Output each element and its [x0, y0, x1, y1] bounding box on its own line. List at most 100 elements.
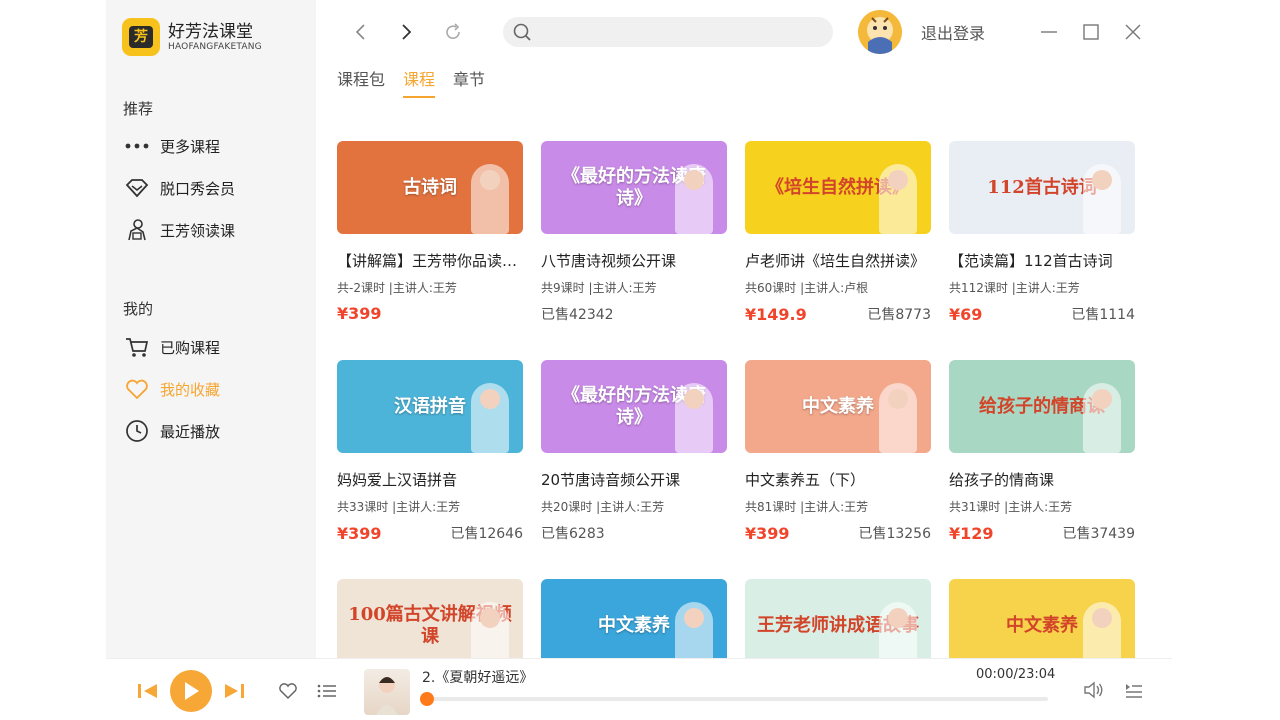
sidebar-item-label: 最近播放 — [160, 422, 221, 441]
tiger-avatar-icon — [858, 10, 902, 54]
course-sold-count: 已售12646 — [450, 526, 523, 542]
top-bar: 退出登录 — [316, 0, 1172, 64]
course-thumbnail[interactable]: 《培生自然拼读》 — [745, 141, 931, 234]
course-price: ¥399 — [745, 523, 790, 543]
forward-button[interactable] — [394, 20, 418, 44]
next-track-button[interactable] — [222, 679, 246, 703]
maximize-icon — [1083, 24, 1099, 40]
course-thumbnail[interactable]: 中文素养 — [541, 579, 727, 658]
course-card[interactable]: 《培生自然拼读》 卢老师讲《培生自然拼读》 共60课时 |主讲人:卢根 ¥149.9 已… — [745, 141, 931, 324]
queue-icon — [1126, 684, 1142, 698]
sidebar-item-label: 已购课程 — [160, 338, 221, 357]
progress-knob[interactable] — [420, 692, 434, 706]
favorite-track-button[interactable] — [277, 680, 299, 702]
course-card[interactable]: 王芳老师讲成语故事 — [745, 579, 931, 658]
course-card[interactable]: 古诗词【讲解篇】王芳带你品读… 共-2课时 |主讲人:王芳 ¥399 — [337, 141, 523, 323]
previous-track-button[interactable] — [136, 679, 160, 703]
course-grid: 古诗词【讲解篇】王芳带你品读… 共-2课时 |主讲人:王芳 ¥399 《最好的方法读唐… — [337, 141, 1137, 658]
presenter-figure — [1083, 602, 1121, 658]
sidebar-item-favorites[interactable]: 我的收藏 — [123, 377, 220, 401]
progress-bar[interactable] — [420, 692, 1048, 706]
maximize-button[interactable] — [1079, 20, 1103, 44]
course-meta: 共60课时 |主讲人:卢根 — [745, 281, 869, 295]
play-icon — [185, 682, 199, 700]
course-thumbnail[interactable]: 100篇古文讲解视频课 — [337, 579, 523, 658]
course-price: ¥399 — [337, 304, 382, 323]
chevron-right-icon — [402, 24, 412, 40]
tab-course-packages[interactable]: 课程包 — [337, 66, 385, 98]
cart-icon — [123, 335, 151, 359]
sidebar-item-purchased[interactable]: 已购课程 — [123, 335, 220, 359]
tab-chapters[interactable]: 章节 — [453, 66, 485, 98]
course-card[interactable]: 中文素养 — [949, 579, 1135, 658]
course-card[interactable]: 《最好的方法读唐诗》 20节唐诗音频公开课 共20课时 |主讲人:王芳 已售6283 — [541, 360, 727, 543]
tab-courses[interactable]: 课程 — [403, 66, 436, 98]
course-sold-count: 已售6283 — [541, 526, 605, 542]
clock-icon — [123, 419, 151, 443]
skip-previous-icon — [138, 684, 157, 698]
track-time: 00:00/23:04 — [976, 667, 1056, 682]
course-thumbnail[interactable]: 古诗词 — [337, 141, 523, 234]
section-mine: 我的 — [123, 300, 154, 318]
course-thumbnail[interactable]: 给孩子的情商课 — [949, 360, 1135, 453]
logout-button[interactable]: 退出登录 — [921, 20, 985, 44]
course-title[interactable]: 卢老师讲《培生自然拼读》 — [745, 250, 931, 271]
back-button[interactable] — [349, 20, 373, 44]
minimize-button[interactable] — [1037, 20, 1061, 44]
play-button[interactable] — [170, 670, 212, 712]
course-card[interactable]: 100篇古文讲解视频课 — [337, 579, 523, 658]
course-meta: 共-2课时 |主讲人:王芳 — [337, 281, 457, 295]
refresh-button[interactable] — [441, 20, 465, 44]
close-button[interactable] — [1121, 20, 1145, 44]
course-title[interactable]: 【讲解篇】王芳带你品读… — [337, 250, 523, 271]
course-title[interactable]: 妈妈爱上汉语拼音 — [337, 469, 523, 490]
course-title[interactable]: 八节唐诗视频公开课 — [541, 250, 727, 271]
course-sold-count: 已售42342 — [541, 307, 614, 323]
volume-button[interactable] — [1082, 678, 1106, 702]
course-thumbnail[interactable]: 王芳老师讲成语故事 — [745, 579, 931, 658]
course-thumbnail-text: 中文素养 — [1006, 614, 1078, 636]
course-card[interactable]: 汉语拼音 妈妈爱上汉语拼音 共33课时 |主讲人:王芳 ¥399 已售12646 — [337, 360, 523, 543]
course-card[interactable]: 112首古诗词 【范读篇】112首古诗词 共112课时 |主讲人:王芳 ¥69 已售11… — [949, 141, 1135, 324]
course-price: ¥399 — [337, 523, 382, 543]
course-card[interactable]: 中文素养 中文素养五（下） 共81课时 |主讲人:王芳 ¥399 已售13256 — [745, 360, 931, 543]
presenter-figure — [879, 602, 917, 658]
logo-mark: 芳 — [122, 18, 160, 56]
sidebar-item-label: 我的收藏 — [160, 380, 221, 399]
avatar[interactable] — [858, 10, 902, 54]
heart-icon — [123, 377, 151, 401]
course-card[interactable]: 给孩子的情商课 给孩子的情商课 共31课时 |主讲人:王芳 ¥129 已售37439 — [949, 360, 1135, 543]
course-footer: ¥399 — [337, 304, 523, 323]
sidebar-item-wangfang-reading[interactable]: 王芳领读课 — [123, 218, 235, 242]
search-input[interactable] — [539, 24, 819, 40]
course-title[interactable]: 给孩子的情商课 — [949, 469, 1135, 490]
course-thumbnail[interactable]: 中文素养 — [949, 579, 1135, 658]
presenter-figure — [879, 383, 917, 453]
course-thumbnail-text: 汉语拼音 — [394, 395, 466, 417]
course-thumbnail[interactable]: 汉语拼音 — [337, 360, 523, 453]
course-thumbnail[interactable]: 112首古诗词 — [949, 141, 1135, 234]
course-thumbnail[interactable]: 中文素养 — [745, 360, 931, 453]
playlist-queue-button[interactable] — [1122, 679, 1146, 703]
playlist-button[interactable] — [316, 680, 338, 702]
logo-mark-glyph: 芳 — [129, 26, 153, 48]
reading-person-icon — [123, 218, 151, 242]
sidebar-item-recent[interactable]: 最近播放 — [123, 419, 220, 443]
sidebar-item-talkshow-member[interactable]: 脱口秀会员 — [123, 176, 235, 200]
app-title: 好芳法课堂 — [168, 22, 253, 42]
course-meta: 共81课时 |主讲人:王芳 — [745, 500, 869, 514]
search-box[interactable] — [503, 17, 833, 47]
course-card[interactable]: 《最好的方法读唐诗》八节唐诗视频公开课共9课时 |主讲人:王芳 已售42342 — [541, 141, 727, 324]
presenter-figure — [675, 164, 713, 234]
course-thumbnail[interactable]: 《最好的方法读唐诗》 — [541, 360, 727, 453]
course-price: ¥129 — [949, 523, 994, 543]
course-footer: ¥69 已售1114 — [949, 304, 1135, 324]
minimize-icon — [1041, 31, 1057, 33]
course-title[interactable]: 20节唐诗音频公开课 — [541, 469, 727, 490]
course-meta: 共9课时 |主讲人:王芳 — [541, 281, 657, 295]
course-title[interactable]: 【范读篇】112首古诗词 — [949, 250, 1135, 271]
course-card[interactable]: 中文素养 — [541, 579, 727, 658]
sidebar-item-more-courses[interactable]: 更多课程 — [123, 134, 220, 158]
course-title[interactable]: 中文素养五（下） — [745, 469, 931, 490]
course-thumbnail[interactable]: 《最好的方法读唐诗》 — [541, 141, 727, 234]
